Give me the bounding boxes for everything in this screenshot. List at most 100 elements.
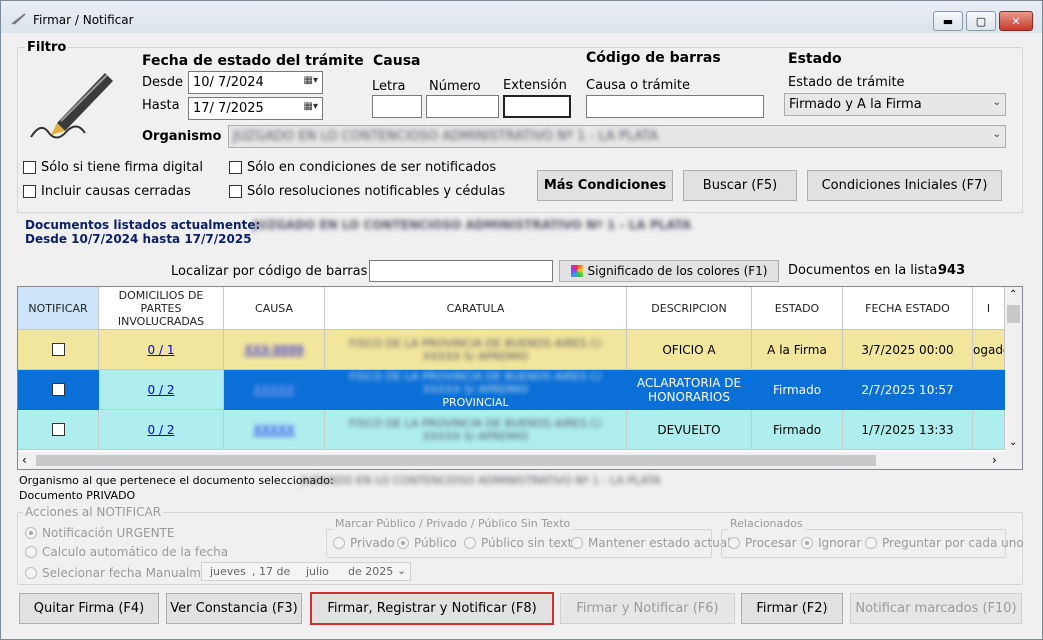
domicilios-link[interactable]: 0 / 2 [148, 383, 175, 397]
scroll-thumb[interactable] [36, 455, 876, 466]
col-header-extra[interactable]: I [973, 287, 1005, 330]
publico-sin-texto-radio[interactable] [464, 537, 476, 549]
row-cell: XXXXX [224, 410, 325, 450]
title-bar: Firmar / Notificar ▬ ▢ ✕ [1, 1, 1042, 33]
notificar-checkbox[interactable] [51, 383, 65, 396]
causa-link[interactable]: XXXXX [253, 383, 294, 397]
calendar-dropdown-icon[interactable]: ▦▾ [304, 75, 318, 86]
urgente-radio[interactable] [25, 527, 37, 539]
notificar-checkbox[interactable] [51, 423, 65, 436]
organismo-select[interactable]: JUZGADO EN LO CONTENCIOSO ADMINISTRATIVO… [228, 125, 1006, 148]
condiciones-iniciales-button[interactable]: Condiciones Iniciales (F7) [807, 170, 1002, 201]
domicilios-link[interactable]: 0 / 1 [148, 343, 175, 357]
scroll-thumb[interactable] [1007, 305, 1020, 323]
localizar-input[interactable] [369, 260, 553, 282]
ignorar-label: Ignorar [818, 536, 862, 550]
horizontal-scrollbar[interactable]: ‹ › [18, 452, 1022, 469]
vertical-scrollbar[interactable]: ⌃ ⌄ [1005, 287, 1022, 452]
minimize-icon: ▬ [942, 14, 954, 28]
window-title: Firmar / Notificar [33, 13, 134, 27]
fecha-year: de 2025 [348, 565, 394, 578]
fecha-num: , 17 de [252, 565, 291, 578]
table-row[interactable]: 0 / 1 XXX-9999 FISCO DE LA PROVINCIA DE … [18, 330, 1005, 370]
barcode-input[interactable] [586, 95, 764, 118]
preguntar-label: Preguntar por cada uno [882, 536, 1024, 550]
notificar-checkbox[interactable] [51, 343, 65, 356]
publico-radio[interactable] [397, 537, 409, 549]
firma-digital-checkbox[interactable] [23, 161, 36, 174]
quitar-firma-button[interactable]: Quitar Firma (F4) [19, 593, 159, 624]
firmar-notificar-window: Firmar / Notificar ▬ ▢ ✕ Filtro Fecha de… [0, 0, 1043, 640]
preguntar-radio[interactable] [865, 537, 877, 549]
table-row[interactable]: 0 / 2 XXXXX FISCO DE LA PROVINCIA DE BUE… [18, 410, 1005, 450]
ver-constancia-button[interactable]: Ver Constancia (F3) [166, 593, 302, 624]
maximize-button[interactable]: ▢ [966, 11, 996, 31]
firmar-registrar-notificar-button[interactable]: Firmar, Registrar y Notificar (F8) [310, 592, 554, 625]
row-cell [18, 330, 99, 370]
documento-privado-label: Documento PRIVADO [19, 489, 136, 502]
privado-radio[interactable] [333, 537, 345, 549]
documents-grid[interactable]: NOTIFICAR DOMICILIOS DE PARTES INVOLUCRA… [17, 286, 1023, 470]
notificar-marcados-button[interactable]: Notificar marcados (F10) [850, 593, 1022, 624]
letra-input[interactable] [372, 95, 422, 118]
calendar-dropdown-icon[interactable]: ▦▾ [304, 101, 318, 112]
causas-cerradas-checkbox[interactable] [23, 185, 36, 198]
desde-label: Desde [142, 75, 184, 90]
domicilios-link[interactable]: 0 / 2 [148, 423, 175, 437]
listed-docs-organismo: JUZGADO EN LO CONTENCIOSO ADMINISTRATIVO… [253, 218, 692, 232]
col-header-causa[interactable]: CAUSA [224, 287, 325, 330]
estado-title: Estado [788, 51, 842, 67]
condiciones-notificados-checkbox[interactable] [229, 161, 242, 174]
localizar-label: Localizar por código de barras [171, 264, 368, 279]
extension-input[interactable] [503, 95, 571, 118]
causa-link[interactable]: XXX-9999 [245, 343, 304, 357]
row-cell: OFICIO A [627, 330, 752, 370]
caratula-text: FISCO DE LA PROVINCIA DE BUENOS AIRES C/… [349, 416, 602, 443]
table-row-selected[interactable]: 0 / 2 XXXXX FISCO DE LA PROVINCIA DE BUE… [18, 370, 1005, 410]
close-button[interactable]: ✕ [999, 11, 1033, 31]
scroll-left-icon[interactable]: ‹ [22, 453, 27, 467]
resoluciones-notificables-label: Sólo resoluciones notificables y cédulas [247, 184, 506, 199]
firmar-button[interactable]: Firmar (F2) [741, 593, 843, 624]
calculo-radio[interactable] [25, 546, 37, 558]
col-header-estado[interactable]: ESTADO [752, 287, 843, 330]
numero-input[interactable] [426, 95, 499, 118]
row-cell: 1/7/2025 13:33 [843, 410, 973, 450]
condiciones-notificados-label: Sólo en condiciones de ser notificados [247, 160, 497, 175]
publico-sin-texto-label: Público sin texto [481, 536, 580, 550]
hasta-label: Hasta [142, 98, 180, 113]
col-header-notificar[interactable]: NOTIFICAR [18, 287, 99, 330]
fecha-manual-picker[interactable]: jueves , 17 de julio de 2025 ⌄ [201, 562, 411, 581]
significado-colores-button[interactable]: Significado de los colores (F1) [559, 260, 779, 282]
scroll-up-icon[interactable]: ⌃ [1009, 289, 1017, 300]
ignorar-radio[interactable] [801, 537, 813, 549]
causa-link[interactable]: XXXXX [253, 423, 294, 437]
mantener-label: Mantener estado actual [588, 536, 731, 550]
row-cell: ogado [973, 330, 1005, 370]
row-cell: 0 / 1 [99, 330, 224, 370]
resoluciones-notificables-checkbox[interactable] [229, 185, 242, 198]
procesar-radio[interactable] [728, 537, 740, 549]
descripcion-text: DEVUELTO [657, 422, 721, 437]
mas-condiciones-button[interactable]: Más Condiciones [537, 170, 673, 201]
urgente-label: Notificación URGENTE [42, 526, 175, 540]
fecha-title: Fecha de estado del trámite [142, 53, 364, 69]
desde-date-picker[interactable]: 10/ 7/2024 ▦▾ [188, 71, 323, 94]
col-header-caratula[interactable]: CARATULA [325, 287, 627, 330]
scroll-down-icon[interactable]: ⌄ [1009, 437, 1017, 448]
listed-range: Desde 10/7/2024 hasta 17/7/2025 [25, 232, 252, 246]
minimize-button[interactable]: ▬ [933, 11, 963, 31]
col-header-descripcion[interactable]: DESCRIPCION [627, 287, 752, 330]
hasta-date-picker[interactable]: 17/ 7/2025 ▦▾ [188, 97, 323, 120]
row-cell: FISCO DE LA PROVINCIA DE BUENOS AIRES C/… [325, 370, 627, 410]
col-header-domicilios[interactable]: DOMICILIOS DE PARTES INVOLUCRADAS [99, 287, 224, 330]
buscar-button[interactable]: Buscar (F5) [683, 170, 797, 201]
pen-signature-icon [27, 61, 117, 144]
firmar-y-notificar-button[interactable]: Firmar y Notificar (F6) [560, 593, 735, 624]
mantener-radio[interactable] [571, 537, 583, 549]
selected-organismo-value: JUZGADO EN LO CONTENCIOSO ADMINISTRATIVO… [301, 474, 661, 487]
manual-radio[interactable] [25, 567, 37, 579]
estado-select[interactable]: Firmado y A la Firma ⌄ [784, 93, 1006, 116]
scroll-right-icon[interactable]: › [992, 453, 997, 467]
col-header-fecha-estado[interactable]: FECHA ESTADO [843, 287, 973, 330]
